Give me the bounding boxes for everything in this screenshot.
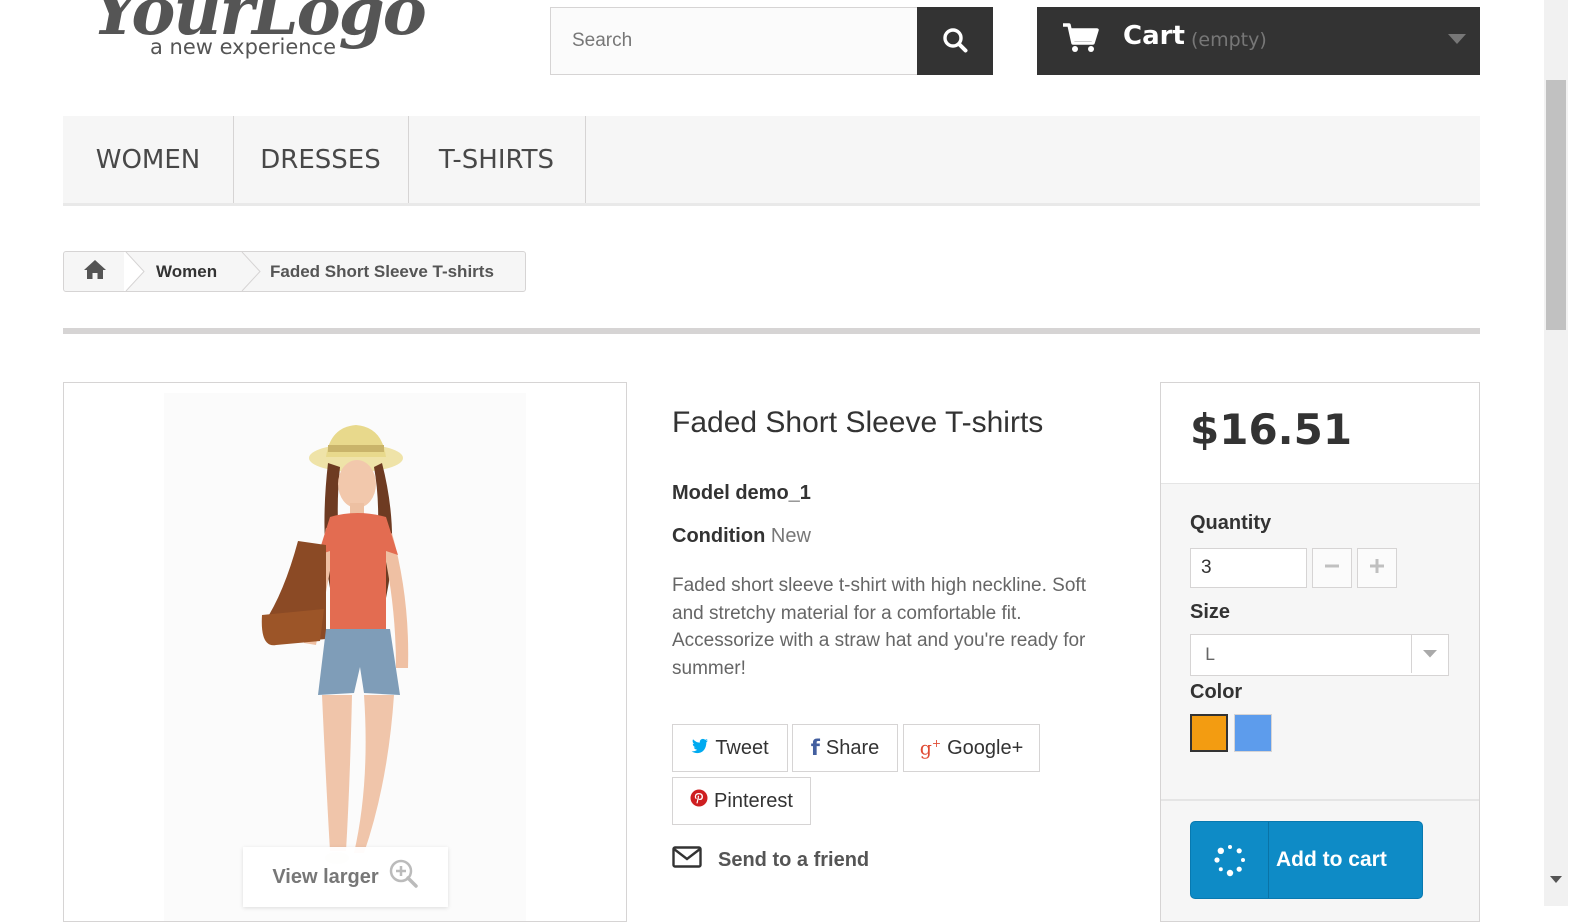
shopping-cart-icon (1061, 22, 1101, 59)
quantity-decrease-button[interactable] (1312, 548, 1352, 588)
search-button[interactable] (917, 7, 993, 75)
breadcrumb-current: Faded Short Sleeve T-shirts (270, 262, 494, 281)
zoom-in-icon (389, 859, 419, 895)
home-icon (82, 258, 108, 285)
chevron-down-icon (1448, 34, 1466, 44)
scroll-down-arrow-icon[interactable] (1550, 876, 1562, 883)
buy-box: $16.51 Quantity Size L Color Add to cart (1160, 382, 1480, 922)
cart-dropdown[interactable]: Cart (empty) (1037, 7, 1480, 75)
loading-spinner-icon (1191, 822, 1269, 898)
color-swatch-blue[interactable] (1234, 714, 1272, 752)
spinner-dot (1240, 858, 1245, 862)
google-plus-icon: g+ (919, 736, 942, 760)
model-value: demo_1 (735, 482, 811, 504)
breadcrumb-item-women[interactable]: Women (156, 252, 217, 291)
spinner-dot (1217, 847, 1224, 855)
pinterest-button[interactable]: Pinterest (672, 777, 811, 825)
google-plus-button[interactable]: g+ Google+ (903, 724, 1040, 772)
size-select[interactable]: L (1190, 634, 1449, 676)
scrollbar-thumb[interactable] (1546, 80, 1566, 330)
view-larger-button[interactable]: View larger (243, 847, 448, 907)
tweet-label: Tweet (715, 736, 769, 759)
size-value: L (1205, 645, 1215, 665)
google-plus-label: Google+ (947, 736, 1024, 759)
view-larger-label: View larger (272, 865, 379, 888)
pinterest-label: Pinterest (714, 789, 793, 812)
price-area: $16.51 (1161, 383, 1479, 484)
page-scrollbar[interactable] (1544, 0, 1568, 906)
minus-icon (1324, 558, 1340, 579)
cart-status: (empty) (1191, 29, 1267, 51)
menu-item-women[interactable]: WOMEN (63, 116, 234, 203)
pinterest-icon (690, 789, 708, 813)
product-description: Faded short sleeve t-shirt with high nec… (672, 575, 1086, 679)
search-icon (942, 27, 968, 56)
add-to-cart-label: Add to cart (1276, 848, 1387, 871)
model-label: Model (672, 482, 730, 504)
spinner-dot (1227, 845, 1232, 849)
send-to-friend-link[interactable]: Send to a friend (672, 846, 869, 874)
facebook-icon: f (810, 736, 820, 760)
spinner-dot (1236, 848, 1242, 854)
product-model: Model demo_1 (672, 482, 811, 505)
condition-value: New (770, 525, 811, 547)
search-input[interactable] (550, 7, 918, 75)
menu-item-tshirts[interactable]: T-SHIRTS (408, 116, 586, 203)
product-price: $16.51 (1190, 405, 1353, 454)
menu-item-label: WOMEN (95, 144, 201, 175)
quantity-label: Quantity (1190, 512, 1272, 534)
color-label: Color (1190, 681, 1243, 703)
menu-item-label: DRESSES (260, 144, 381, 175)
spinner-dot (1213, 857, 1220, 863)
spinner-dot (1236, 866, 1242, 872)
chevron-down-icon (1411, 635, 1448, 673)
share-label: Share (825, 736, 880, 759)
quantity-input[interactable] (1190, 548, 1307, 588)
spinner-dot (1226, 869, 1233, 877)
quantity-increase-button[interactable] (1357, 548, 1397, 588)
main-menu: WOMEN DRESSES T-SHIRTS (63, 116, 1480, 206)
size-label: Size (1190, 601, 1231, 623)
cart-label: Cart (1123, 21, 1185, 51)
product-photo (164, 393, 526, 921)
menu-item-dresses[interactable]: DRESSES (233, 116, 409, 203)
condition-label: Condition (672, 525, 766, 547)
envelope-icon (672, 846, 702, 874)
section-divider (63, 328, 1480, 334)
spinner-dot (1218, 867, 1223, 872)
add-to-cart-button[interactable]: Add to cart (1190, 821, 1423, 899)
breadcrumb-home[interactable] (64, 252, 126, 291)
plus-icon (1369, 558, 1385, 579)
logo-tagline: a new experience (150, 35, 337, 59)
twitter-icon (691, 737, 709, 760)
color-swatch-orange[interactable] (1190, 714, 1228, 752)
tweet-button[interactable]: Tweet (672, 724, 788, 772)
product-image[interactable]: View larger (63, 382, 627, 922)
send-to-friend-label: Send to a friend (718, 848, 870, 871)
product-condition: Condition New (672, 525, 811, 548)
facebook-share-button[interactable]: f Share (792, 724, 898, 772)
menu-item-label: T-SHIRTS (438, 144, 555, 175)
product-title: Faded Short Sleeve T-shirts (672, 406, 1044, 439)
buy-box-divider (1161, 799, 1479, 801)
breadcrumb: Women Faded Short Sleeve T-shirts (63, 251, 526, 292)
